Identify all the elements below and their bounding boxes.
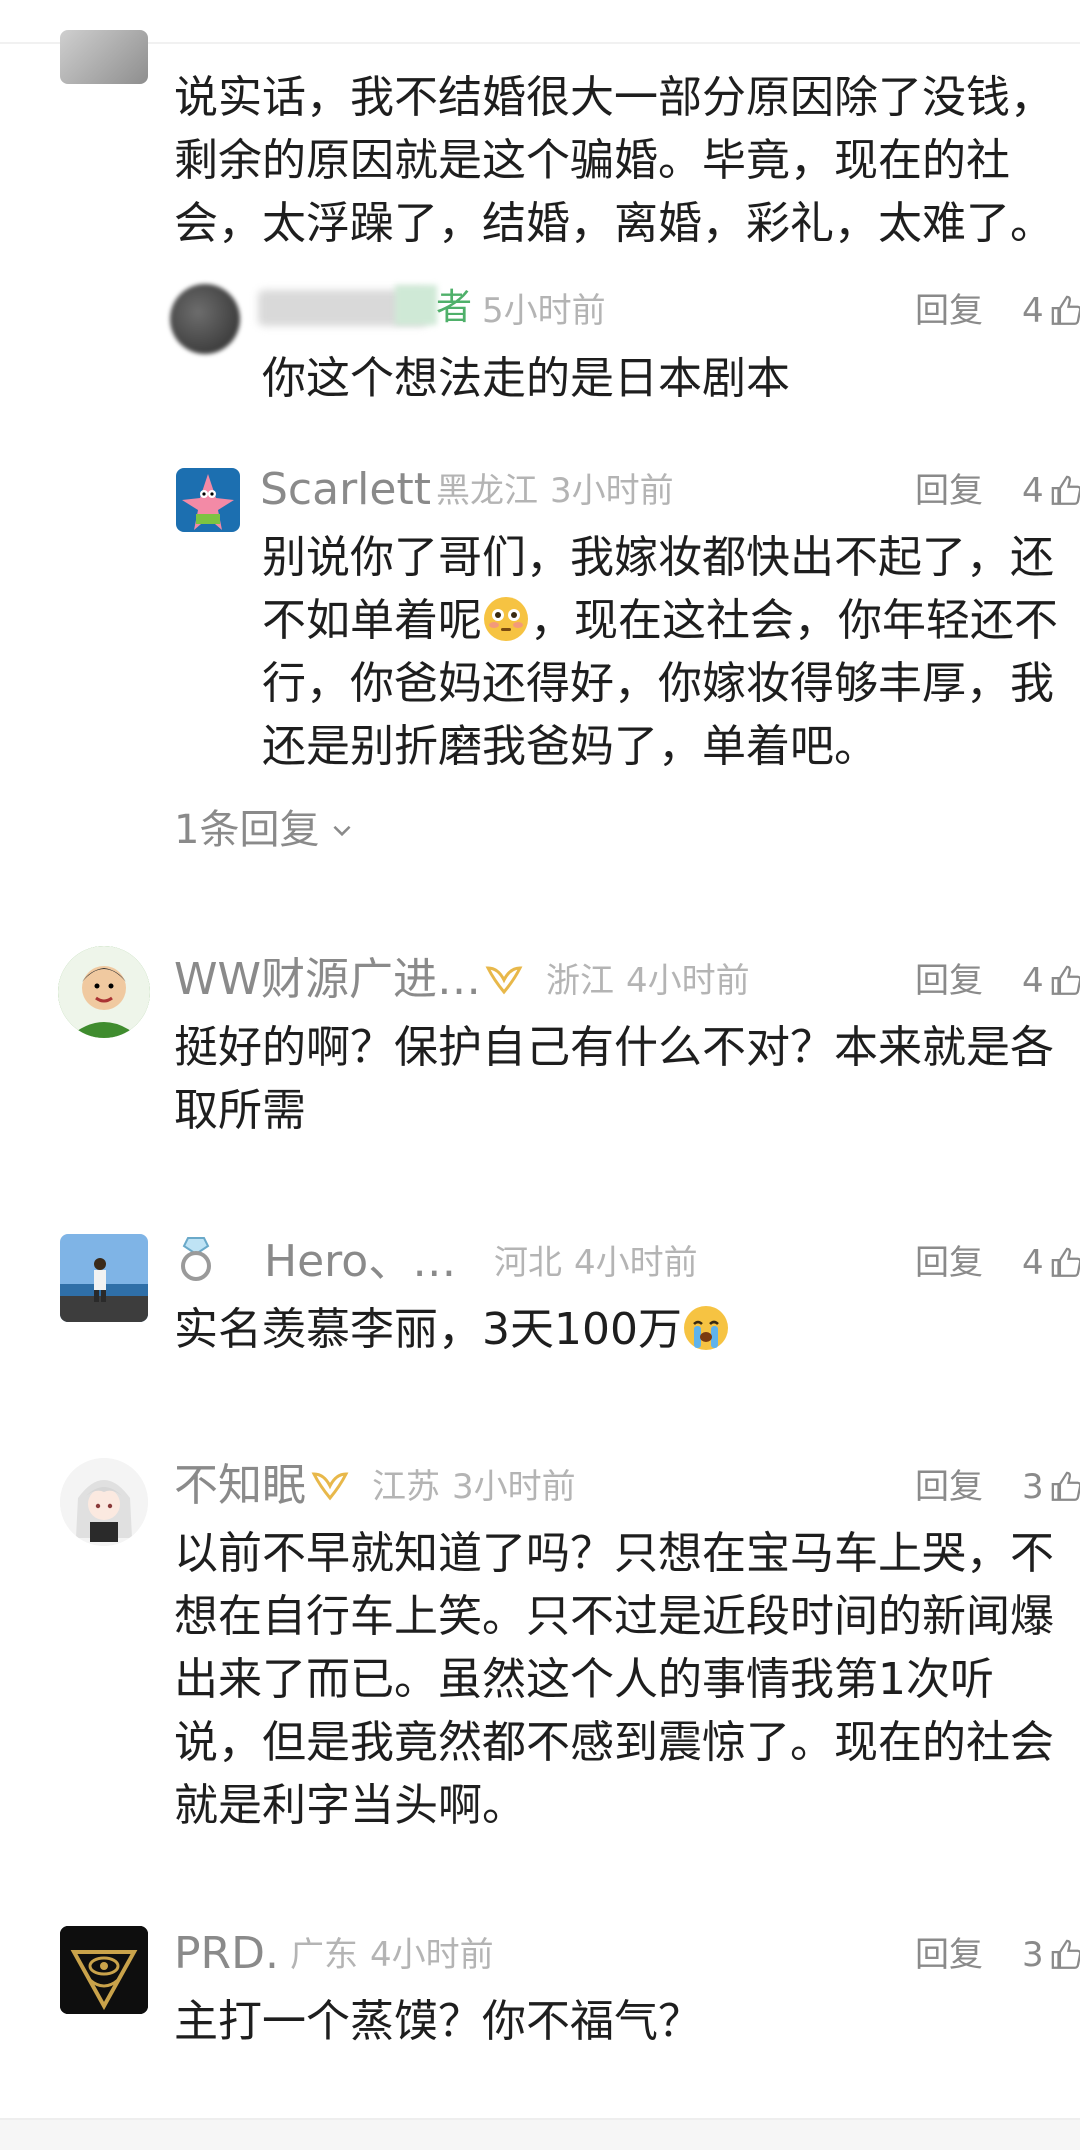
author-name[interactable]: WW财源广进… bbox=[174, 958, 481, 1002]
author-name[interactable]: 不知眠 bbox=[174, 1464, 306, 1508]
like-count: 4 bbox=[1022, 1243, 1044, 1283]
thumbs-up-icon bbox=[1051, 1247, 1080, 1277]
comment-time: 4小时前 bbox=[370, 1935, 494, 1975]
comment-time: 4小时前 bbox=[626, 961, 750, 1001]
reply-button[interactable]: 回复 bbox=[915, 1246, 983, 1280]
expand-replies-button[interactable]: 1条回复 bbox=[174, 810, 355, 850]
expand-replies-label: 1条回复 bbox=[174, 807, 320, 853]
thumbs-up-icon bbox=[1051, 965, 1080, 995]
comment-time: 4小时前 bbox=[574, 1243, 698, 1283]
comment-body: 别说你了哥们，我嫁妆都快出不起了，还不如单着呢 ，现在这社会，你年轻还不行，你爸妈… bbox=[262, 526, 1080, 778]
comment-body: 说实话，我不结婚很大一部分原因除了没钱，剩余的原因就是这个骗婚。毕竟，现在的社会… bbox=[174, 72, 1054, 249]
thumbs-up-icon bbox=[1051, 1471, 1080, 1501]
like-button[interactable]: 4 bbox=[1022, 474, 1080, 508]
flushed-emoji-icon bbox=[484, 597, 528, 641]
avatar[interactable] bbox=[60, 1926, 148, 2014]
like-button[interactable]: 4 bbox=[1022, 1246, 1080, 1280]
comment-region: 江苏 bbox=[372, 1467, 440, 1507]
reply-button[interactable]: 回复 bbox=[915, 964, 983, 998]
avatar[interactable] bbox=[170, 284, 240, 354]
like-count: 3 bbox=[1022, 1935, 1044, 1975]
like-button[interactable]: 4 bbox=[1022, 964, 1080, 998]
badge-icon bbox=[311, 1472, 349, 1501]
author-name[interactable]: Hero、… bbox=[264, 1240, 456, 1284]
comment-body: 挺好的啊？保护自己有什么不对？本来就是各取所需 bbox=[174, 1022, 1054, 1136]
like-count: 4 bbox=[1022, 471, 1044, 511]
author-name[interactable]: PRD. bbox=[174, 1932, 279, 1976]
comment-body: 主打一个蒸馍？你不福气？ bbox=[174, 1996, 702, 2047]
comment-body: 实名羡慕李丽，3天100万 bbox=[174, 1298, 1080, 1361]
reply-button[interactable]: 回复 bbox=[915, 294, 983, 328]
thumbs-up-icon bbox=[1051, 295, 1080, 325]
avatar[interactable] bbox=[58, 946, 150, 1038]
thumbs-up-icon bbox=[1051, 475, 1080, 505]
thumbs-up-icon bbox=[1051, 1939, 1080, 1969]
reply-button[interactable]: 回复 bbox=[915, 1470, 983, 1504]
comment-time: 5小时前 bbox=[482, 291, 606, 331]
top-divider bbox=[0, 42, 1080, 44]
bottom-bar bbox=[0, 2118, 1080, 2150]
author-name[interactable]: 者 bbox=[436, 290, 472, 326]
comment-region: 广东 bbox=[290, 1935, 358, 1975]
comment-region: 河北 bbox=[494, 1243, 562, 1283]
avatar[interactable] bbox=[60, 1458, 148, 1546]
comment-time: 3小时前 bbox=[452, 1467, 576, 1507]
like-count: 4 bbox=[1022, 961, 1044, 1001]
badge-icon bbox=[485, 966, 523, 995]
chevron-down-icon bbox=[333, 825, 351, 837]
like-count: 3 bbox=[1022, 1467, 1044, 1507]
crying-emoji-icon bbox=[683, 1306, 728, 1350]
avatar[interactable] bbox=[60, 1234, 148, 1322]
comment-time: 3小时前 bbox=[550, 471, 674, 511]
comment-region: 浙江 bbox=[546, 961, 614, 1001]
like-button[interactable]: 3 bbox=[1022, 1938, 1080, 1972]
avatar[interactable] bbox=[176, 468, 240, 532]
reply-button[interactable]: 回复 bbox=[915, 474, 983, 508]
comment-body-text: 实名羡慕李丽，3天100万 bbox=[174, 1304, 682, 1355]
reply-button[interactable]: 回复 bbox=[915, 1938, 983, 1972]
ring-icon bbox=[181, 1237, 211, 1281]
comment-body: 以前不早就知道了吗？只想在宝马车上哭，不想在自行车上笑。只不过是近段时间的新闻爆… bbox=[174, 1528, 1054, 1831]
like-count: 4 bbox=[1022, 291, 1044, 331]
avatar[interactable] bbox=[60, 30, 148, 84]
like-button[interactable]: 3 bbox=[1022, 1470, 1080, 1504]
comment-body: 你这个想法走的是日本剧本 bbox=[262, 353, 790, 404]
like-button[interactable]: 4 bbox=[1022, 294, 1080, 328]
comment-region: 黑龙江 bbox=[436, 471, 538, 511]
blurred-author-name-2 bbox=[395, 285, 437, 325]
author-name[interactable]: Scarlett bbox=[260, 468, 431, 512]
